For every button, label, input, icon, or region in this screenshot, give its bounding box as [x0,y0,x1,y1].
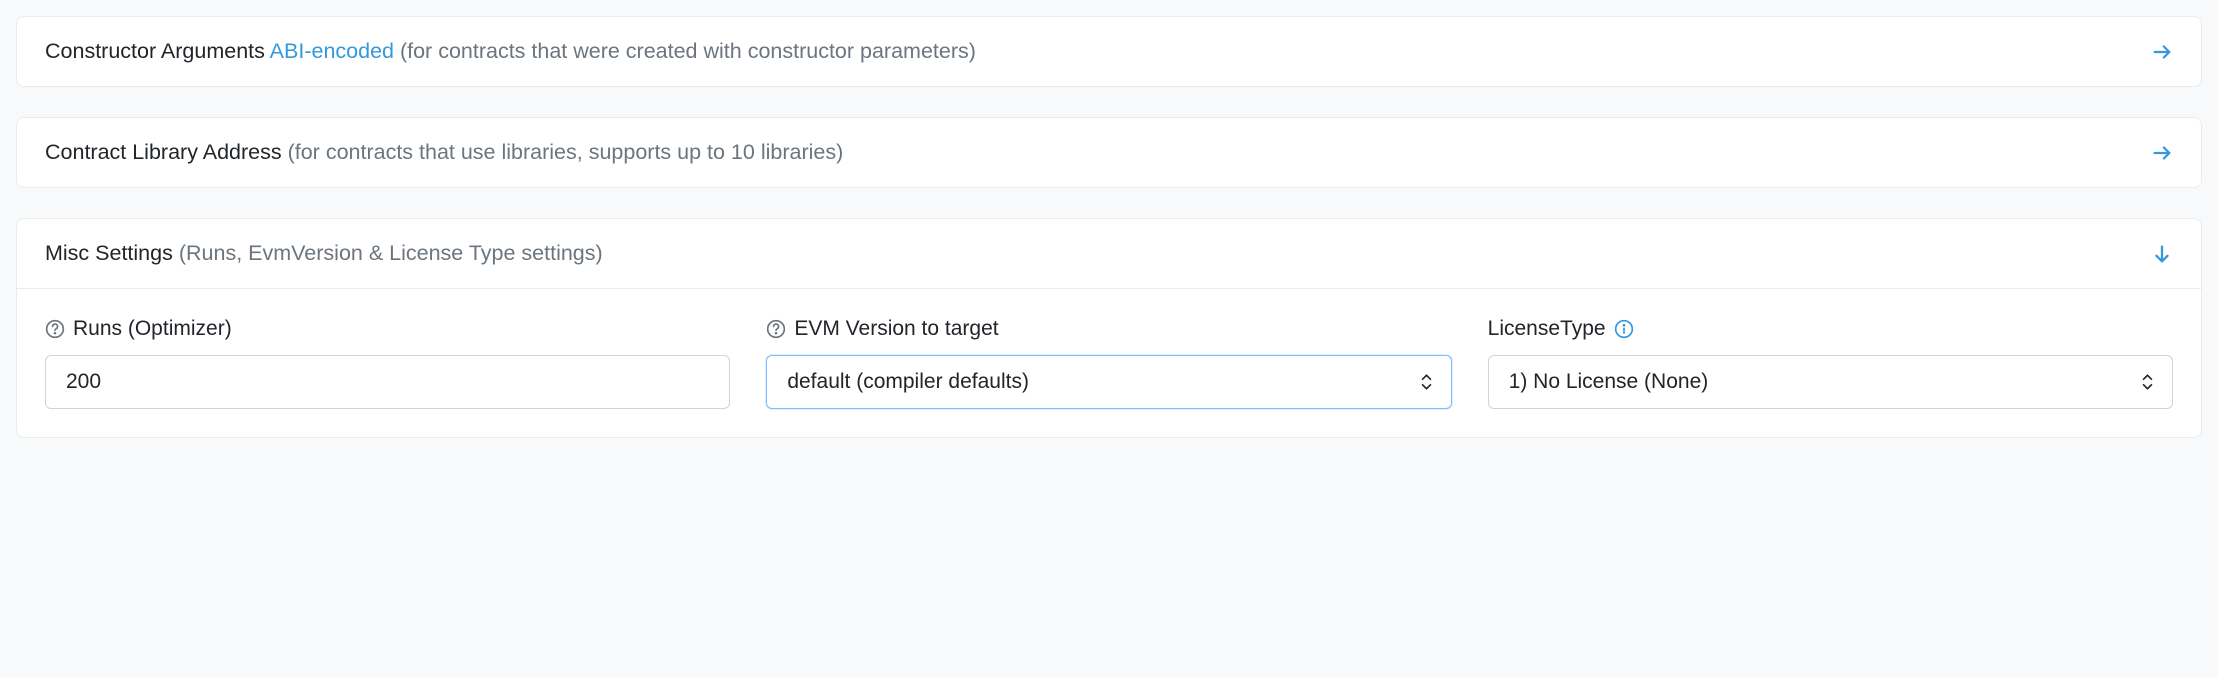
panel-title-row: Misc Settings (Runs, EvmVersion & Licens… [45,241,603,266]
constructor-arguments-header[interactable]: Constructor Arguments ABI-encoded (for c… [17,17,2201,86]
license-select-wrapper: 1) No License (None) [1488,355,2173,409]
evm-select[interactable]: default (compiler defaults) [766,355,1451,409]
arrow-right-icon [2151,142,2173,164]
license-group: LicenseType 1) No License (None) [1488,317,2173,409]
runs-label: Runs (Optimizer) [73,317,232,341]
misc-settings-header[interactable]: Misc Settings (Runs, EvmVersion & Licens… [17,219,2201,288]
license-select[interactable]: 1) No License (None) [1488,355,2173,409]
license-label-row: LicenseType [1488,317,2173,341]
license-label: LicenseType [1488,317,1606,341]
help-icon[interactable] [766,319,786,339]
runs-label-row: Runs (Optimizer) [45,317,730,341]
abi-encoded-link[interactable]: ABI-encoded [270,39,394,63]
library-address-panel: Contract Library Address (for contracts … [16,117,2202,188]
arrow-down-icon [2151,243,2173,265]
runs-group: Runs (Optimizer) [45,317,730,409]
constructor-subtitle: (for contracts that were created with co… [400,39,976,63]
panel-title-row: Contract Library Address (for contracts … [45,140,843,165]
library-title-text: Contract Library Address [45,140,282,164]
panel-title-row: Constructor Arguments ABI-encoded (for c… [45,39,976,64]
runs-input[interactable] [45,355,730,409]
arrow-right-icon [2151,41,2173,63]
evm-select-wrapper: default (compiler defaults) [766,355,1451,409]
info-icon[interactable] [1614,319,1634,339]
misc-title-text: Misc Settings [45,241,173,265]
library-address-header[interactable]: Contract Library Address (for contracts … [17,118,2201,187]
evm-label-row: EVM Version to target [766,317,1451,341]
misc-settings-body: Runs (Optimizer) EVM Version to target d… [17,288,2201,437]
constructor-arguments-panel: Constructor Arguments ABI-encoded (for c… [16,16,2202,87]
misc-subtitle: (Runs, EvmVersion & License Type setting… [179,241,603,265]
help-icon[interactable] [45,319,65,339]
evm-group: EVM Version to target default (compiler … [766,317,1451,409]
evm-label: EVM Version to target [794,317,998,341]
constructor-title-text: Constructor Arguments [45,39,265,63]
misc-settings-panel: Misc Settings (Runs, EvmVersion & Licens… [16,218,2202,438]
library-subtitle: (for contracts that use libraries, suppo… [288,140,844,164]
